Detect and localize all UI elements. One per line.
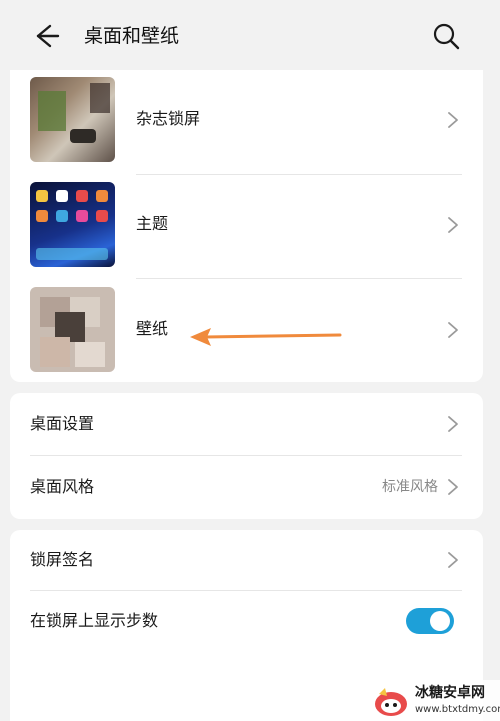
desktop-settings-row[interactable]: 桌面设置	[10, 393, 483, 455]
show-steps-label: 在锁屏上显示步数	[30, 611, 159, 630]
watermark-logo-icon	[375, 688, 407, 716]
desktop-style-label: 桌面风格	[30, 477, 95, 496]
wallpaper-label: 壁纸	[136, 319, 169, 338]
theme-label: 主题	[136, 214, 169, 233]
back-button[interactable]	[28, 18, 64, 54]
chevron-right-icon	[448, 322, 458, 338]
watermark-url: www.btxtdmy.com	[415, 704, 500, 715]
search-icon	[433, 23, 460, 50]
wallpaper-thumbnail	[30, 287, 115, 372]
search-button[interactable]	[428, 18, 464, 54]
magazine-lockscreen-label: 杂志锁屏	[136, 109, 201, 128]
chevron-right-icon	[448, 112, 458, 128]
chevron-right-icon	[448, 552, 458, 568]
magazine-lockscreen-row[interactable]: 杂志锁屏	[10, 70, 483, 174]
desktop-settings-label: 桌面设置	[30, 414, 95, 433]
site-watermark: 冰糖安卓网 www.btxtdmy.com	[365, 680, 500, 721]
lockscreen-signature-label: 锁屏签名	[30, 550, 95, 569]
lockscreen-signature-row[interactable]: 锁屏签名	[10, 530, 483, 590]
chevron-right-icon	[448, 416, 458, 432]
desktop-settings-card: 桌面设置 桌面风格 标准风格	[10, 393, 483, 519]
desktop-style-row[interactable]: 桌面风格 标准风格	[10, 456, 483, 519]
chevron-right-icon	[448, 479, 458, 495]
theme-thumbnail	[30, 182, 115, 267]
top-bar: 桌面和壁纸	[0, 0, 500, 70]
show-steps-toggle[interactable]	[406, 608, 454, 634]
watermark-title: 冰糖安卓网	[415, 685, 485, 701]
page-title: 桌面和壁纸	[84, 25, 180, 47]
toggle-knob	[430, 611, 450, 631]
magazine-lockscreen-thumbnail	[30, 77, 115, 162]
annotation-arrow	[190, 328, 342, 346]
back-arrow-icon	[36, 24, 60, 48]
theme-row[interactable]: 主题	[10, 175, 483, 278]
chevron-right-icon	[448, 217, 458, 233]
desktop-style-value: 标准风格	[382, 479, 438, 495]
